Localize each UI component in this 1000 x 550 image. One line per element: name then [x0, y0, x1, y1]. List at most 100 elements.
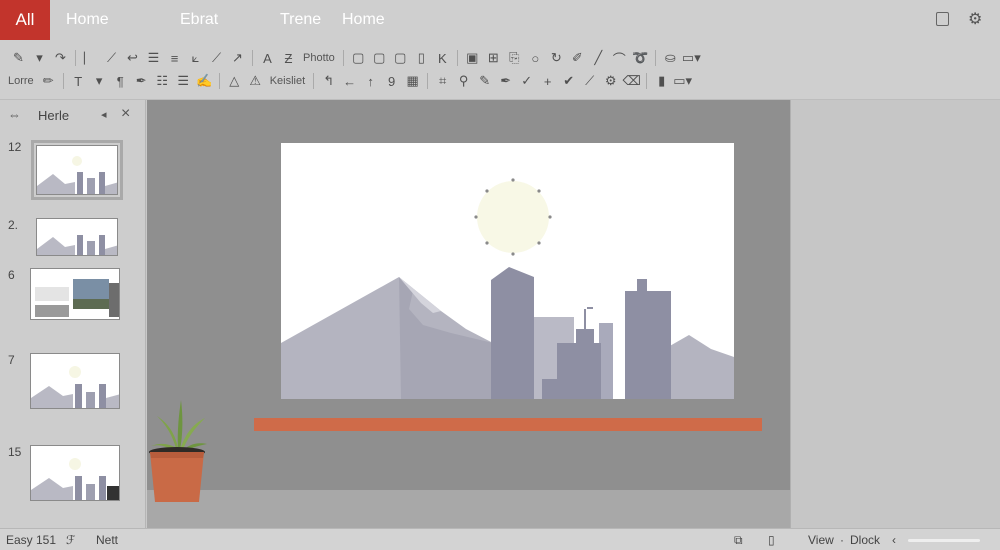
notes-status[interactable]: Nett: [96, 533, 118, 547]
brush-icon[interactable]: ✎: [474, 73, 495, 89]
right-mountain-shape[interactable]: [661, 335, 734, 399]
reading-view-icon[interactable]: ▯: [768, 533, 775, 547]
title-tab-bar: All Home Ebrat Trene Home ⚙: [0, 0, 1000, 40]
fountain-pen-icon[interactable]: ✒: [495, 73, 516, 89]
marker-icon[interactable]: ⟋: [579, 73, 600, 89]
distribute-icon[interactable]: ≡: [164, 51, 185, 66]
table-icon[interactable]: ⊞: [483, 50, 504, 66]
redo-icon[interactable]: ↷: [50, 50, 71, 66]
slide-thumbnail-1[interactable]: [31, 140, 123, 200]
tab-home[interactable]: Home: [66, 11, 109, 29]
line-tool-icon[interactable]: ⎸: [80, 50, 101, 66]
slide-number: 15: [8, 445, 22, 459]
slides-panel-header: ⇔ Herle ◂ ×: [0, 100, 146, 130]
gear-icon[interactable]: ⚙: [600, 73, 621, 89]
pencil-icon[interactable]: ✏: [38, 73, 59, 89]
frame-icon[interactable]: ▢: [369, 50, 390, 66]
tab-trene[interactable]: Trene: [280, 11, 321, 29]
check-icon[interactable]: ✔: [558, 73, 579, 89]
frame-icon[interactable]: ▢: [348, 50, 369, 66]
paragraph-icon[interactable]: ¶: [110, 74, 131, 89]
slide-thumbnail-3[interactable]: [30, 268, 120, 320]
thumbnail-landscape: [31, 458, 119, 500]
loop-icon[interactable]: ➰: [630, 50, 651, 66]
numbered-list-icon[interactable]: ☰: [173, 73, 194, 89]
slide-editing-canvas[interactable]: [147, 100, 790, 528]
back-arrow-icon[interactable]: ↰: [318, 73, 339, 89]
slash-icon[interactable]: ⟋: [101, 50, 122, 66]
list-icon[interactable]: ☷: [152, 73, 173, 89]
normal-view-icon[interactable]: ⧉: [734, 533, 743, 548]
paste-icon[interactable]: ⎘: [504, 50, 525, 66]
building-shape[interactable]: [557, 343, 601, 399]
keyset-button[interactable]: Keisliet: [270, 75, 305, 87]
tab-all[interactable]: All: [0, 0, 50, 40]
notes-icon[interactable]: ℱ: [66, 533, 75, 547]
dropdown-arrow-icon[interactable]: ▾: [89, 73, 110, 89]
collapse-panel-icon[interactable]: ⇔: [8, 107, 21, 122]
up-arrow-icon[interactable]: ↑: [360, 74, 381, 89]
crop-icon[interactable]: ⌗: [432, 73, 453, 89]
triangle-icon[interactable]: △: [224, 73, 245, 89]
tower-shape[interactable]: [625, 279, 671, 399]
zoom-icon[interactable]: ⚲: [453, 73, 474, 89]
building-shape[interactable]: [491, 267, 534, 399]
frame-icon[interactable]: ▢: [390, 50, 411, 66]
text-box-icon[interactable]: T: [68, 74, 89, 89]
ribbon-divider: [342, 50, 344, 66]
align-icon[interactable]: ☰: [143, 50, 164, 66]
ribbon-divider: [75, 50, 76, 66]
pin-icon[interactable]: ◂: [101, 108, 107, 121]
more-options-icon[interactable]: ▭▾: [681, 50, 702, 66]
left-arrow-icon[interactable]: ←: [339, 74, 360, 89]
more-options-icon[interactable]: ▭▾: [672, 73, 693, 89]
curve-icon[interactable]: ↩: [122, 50, 143, 66]
text-tool-icon[interactable]: A: [257, 51, 278, 66]
pen-icon[interactable]: ✐: [567, 50, 588, 66]
arrow-line-icon[interactable]: ↗: [227, 50, 248, 66]
dock-button[interactable]: Dlock: [850, 533, 880, 547]
eraser-icon[interactable]: ⌫: [621, 73, 642, 89]
nine-icon[interactable]: 9: [381, 74, 402, 89]
bucket-icon[interactable]: ⛀: [660, 50, 681, 66]
slide-thumbnail-2[interactable]: [36, 218, 118, 256]
angle-tool-icon[interactable]: ⟀: [185, 50, 206, 66]
rotate-icon[interactable]: ↻: [546, 50, 567, 66]
warning-shape-icon[interactable]: ⚠: [245, 73, 266, 89]
circle-icon[interactable]: ○: [525, 51, 546, 66]
zoom-out-icon[interactable]: ‹: [892, 533, 896, 547]
checkmark-icon[interactable]: ✓: [516, 73, 537, 89]
pen-tool-icon[interactable]: ✍: [194, 73, 215, 89]
building-shape[interactable]: [599, 323, 613, 399]
image-icon[interactable]: ▣: [462, 50, 483, 66]
thumbnail-landscape: [31, 366, 119, 408]
format-painter-icon[interactable]: ✎: [8, 50, 29, 66]
ribbon-divider: [313, 73, 315, 89]
line-icon[interactable]: ╱: [588, 50, 609, 66]
grid-icon[interactable]: ▦: [402, 73, 423, 89]
ribbon-divider: [427, 73, 429, 89]
photo-button[interactable]: Photto: [303, 52, 335, 64]
frame-icon[interactable]: ▯: [411, 50, 432, 66]
dropdown-arrow-icon[interactable]: ▾: [29, 50, 50, 66]
zoom-slider[interactable]: [908, 539, 980, 542]
tab-ebrat[interactable]: Ebrat: [180, 11, 218, 29]
hook-icon[interactable]: ⌒: [609, 49, 630, 68]
current-slide[interactable]: [281, 143, 734, 399]
brush-icon[interactable]: ✒: [131, 73, 152, 89]
restore-window-icon[interactable]: [936, 12, 949, 26]
slide-number: 7: [8, 353, 15, 367]
font-button[interactable]: Lorre: [8, 75, 34, 87]
zigzag-icon[interactable]: Ƶ: [278, 51, 299, 66]
k-tool-icon[interactable]: K: [432, 51, 453, 66]
orange-bar-shape[interactable]: [254, 418, 762, 431]
tab-home-2[interactable]: Home: [342, 11, 385, 29]
slide-thumbnail-5[interactable]: [30, 445, 120, 501]
view-button[interactable]: View: [808, 533, 834, 547]
color-swatch-icon[interactable]: ▮: [651, 73, 672, 89]
slide-thumbnail-4[interactable]: [30, 353, 120, 409]
close-icon[interactable]: ×: [121, 105, 130, 123]
diagonal-line-icon[interactable]: ⟋: [206, 50, 227, 66]
plus-icon[interactable]: +: [537, 74, 558, 89]
settings-icon[interactable]: ⚙: [968, 9, 984, 28]
